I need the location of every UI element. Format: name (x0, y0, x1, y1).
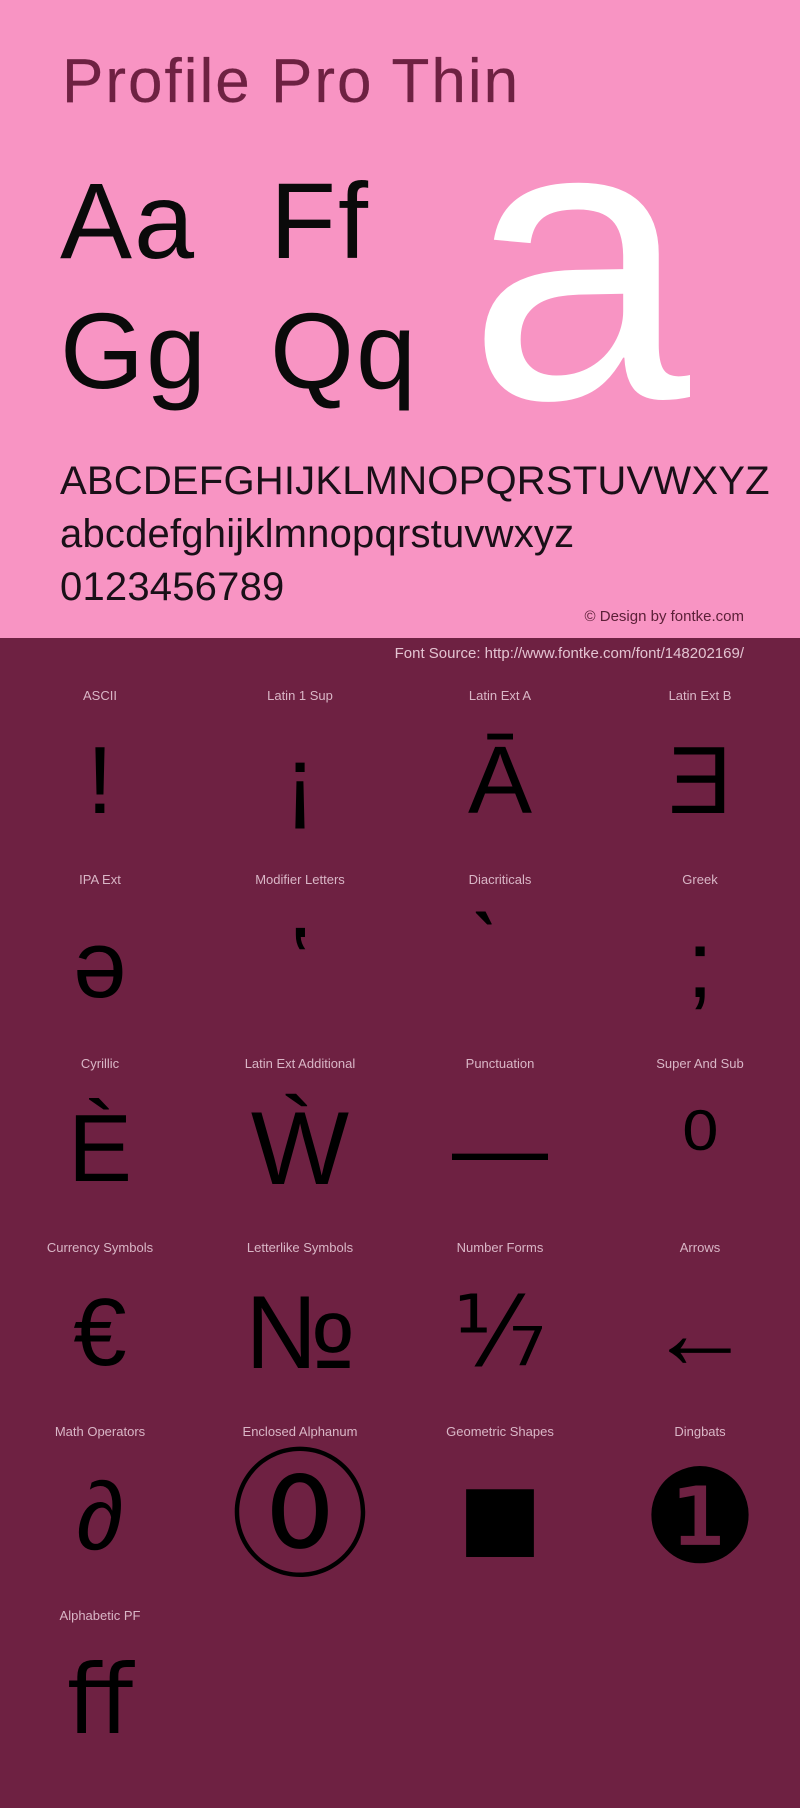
unicode-block-label: Arrows (679, 1240, 721, 1255)
hero-panel: a Profile Pro Thin Aa Ff Gg Qq ABCDEFGHI… (0, 0, 800, 638)
unicode-block-cell: Currency Symbols € (0, 1224, 200, 1408)
unicode-block-label: Greek (682, 872, 718, 887)
unicode-block-cell: Latin Ext A Ā (400, 672, 600, 856)
unicode-block-label: Number Forms (456, 1240, 544, 1255)
unicode-block-cell: Latin Ext Additional Ẁ (200, 1040, 400, 1224)
copyright-notice: © Design by fontke.com (584, 608, 744, 625)
letter-pair-row: Aa Ff (60, 160, 480, 290)
unicode-block-label: Enclosed Alphanum (242, 1424, 358, 1439)
unicode-block-cell: IPA Ext ə (0, 856, 200, 1040)
unicode-block-glyph: — (452, 1095, 548, 1202)
unicode-block-glyph: № (244, 1275, 356, 1391)
unicode-block-glyph: ■ (457, 1442, 543, 1592)
unicode-block-cell: Enclosed Alphanum ⓪ (200, 1408, 400, 1592)
unicode-block-label: Alphabetic PF (59, 1608, 141, 1623)
font-source-bar: Font Source: http://www.fontke.com/font/… (0, 638, 800, 670)
unicode-block-glyph: € (73, 1279, 127, 1386)
unicode-block-cell: Geometric Shapes ■ (400, 1408, 600, 1592)
unicode-block-cell: Cyrillic Ѐ (0, 1040, 200, 1224)
unicode-block-label: IPA Ext (79, 872, 121, 887)
unicode-block-glyph: ﬀ (66, 1647, 134, 1754)
unicode-block-row: Cyrillic Ѐ Latin Ext Additional Ẁ Punctu… (0, 1040, 800, 1224)
unicode-block-cell: Arrows ← (600, 1224, 800, 1408)
unicode-block-cell: Latin Ext B Ǝ (600, 672, 800, 856)
page-title: Profile Pro Thin (62, 47, 521, 116)
unicode-block-glyph: ← (648, 1275, 752, 1391)
lowercase-alphabet: abcdefghijklmnopqrstuvwxyz (60, 512, 575, 556)
unicode-block-glyph: ̀ (400, 890, 600, 1040)
unicode-block-label: Latin Ext Additional (244, 1056, 356, 1071)
letter-pair: Qq (270, 290, 419, 411)
unicode-block-grid: ASCII ! Latin 1 Sup ¡ Latin Ext A Ā Lati… (0, 672, 800, 1776)
unicode-block-glyph: Ǝ (667, 727, 733, 834)
font-specimen-page: a Profile Pro Thin Aa Ff Gg Qq ABCDEFGHI… (0, 0, 800, 1808)
unicode-block-label: Latin 1 Sup (267, 688, 333, 703)
unicode-block-row: Math Operators ∂ Enclosed Alphanum ⓪ Geo… (0, 1408, 800, 1592)
unicode-block-glyph: ∂ (76, 1463, 124, 1570)
unicode-block-cell: Letterlike Symbols № (200, 1224, 400, 1408)
unicode-block-label: Cyrillic (80, 1056, 120, 1071)
unicode-block-glyph: ⅐ (453, 1279, 547, 1386)
unicode-block-glyph: Ā (467, 727, 533, 834)
unicode-block-label: Latin Ext A (468, 688, 532, 703)
unicode-block-label: Geometric Shapes (446, 1424, 554, 1439)
unicode-block-row: IPA Ext ə Modifier Letters ʽ Diacritical… (0, 856, 800, 1040)
letter-pair: Gg (60, 290, 209, 411)
unicode-block-glyph: ⁰ (680, 1095, 720, 1202)
unicode-block-glyph: ; (686, 911, 714, 1018)
decorative-large-glyph: a (467, 36, 690, 483)
unicode-block-glyph: ❶ (641, 1444, 759, 1590)
unicode-block-label: Currency Symbols (46, 1240, 154, 1255)
unicode-block-row: ASCII ! Latin 1 Sup ¡ Latin Ext A Ā Lati… (0, 672, 800, 856)
unicode-block-cell: Math Operators ∂ (0, 1408, 200, 1592)
font-source-url: Font Source: http://www.fontke.com/font/… (394, 645, 744, 662)
unicode-block-cell: Modifier Letters ʽ (200, 856, 400, 1040)
unicode-block-glyph: ! (86, 727, 114, 834)
unicode-block-cell: Diacriticals ̀ (400, 856, 600, 1040)
unicode-block-label: Diacriticals (468, 872, 532, 887)
unicode-block-cell: Greek ; (600, 856, 800, 1040)
unicode-block-cell: Punctuation — (400, 1040, 600, 1224)
unicode-block-cell: Super And Sub ⁰ (600, 1040, 800, 1224)
unicode-block-glyph: ə (73, 911, 127, 1018)
unicode-block-cell: Number Forms ⅐ (400, 1224, 600, 1408)
unicode-block-label: Letterlike Symbols (246, 1240, 354, 1255)
unicode-block-cell: Alphabetic PF ﬀ (0, 1592, 200, 1776)
unicode-block-glyph: ʽ (289, 911, 311, 1018)
unicode-block-glyph: ¡ (284, 727, 316, 834)
unicode-block-label: Math Operators (54, 1424, 146, 1439)
unicode-block-label: Dingbats (674, 1424, 726, 1439)
unicode-block-label: Latin Ext B (668, 688, 732, 703)
unicode-block-glyph: Ѐ (67, 1095, 133, 1202)
alphabet-sample-block: ABCDEFGHIJKLMNOPQRSTUVWXYZ abcdefghijklm… (60, 455, 770, 614)
unicode-block-label: ASCII (83, 688, 117, 703)
unicode-block-label: Modifier Letters (255, 872, 345, 887)
letter-pair-samples: Aa Ff Gg Qq (60, 160, 480, 420)
digits-sample: 0123456789 (60, 565, 285, 609)
letter-pair: Ff (270, 160, 370, 281)
unicode-block-label: Super And Sub (656, 1056, 744, 1071)
unicode-block-cell: ASCII ! (0, 672, 200, 856)
unicode-block-label: Punctuation (465, 1056, 535, 1071)
unicode-block-glyph: ⓪ (229, 1442, 370, 1592)
unicode-block-row: Currency Symbols € Letterlike Symbols № … (0, 1224, 800, 1408)
unicode-block-cell: Dingbats ❶ (600, 1408, 800, 1592)
unicode-block-row: Alphabetic PF ﬀ (0, 1592, 800, 1776)
letter-pair-row: Gg Qq (60, 290, 480, 420)
letter-pair: Aa (60, 160, 197, 281)
unicode-block-glyph: Ẁ (250, 1091, 350, 1207)
unicode-block-cell: Latin 1 Sup ¡ (200, 672, 400, 856)
uppercase-alphabet: ABCDEFGHIJKLMNOPQRSTUVWXYZ (60, 459, 770, 503)
